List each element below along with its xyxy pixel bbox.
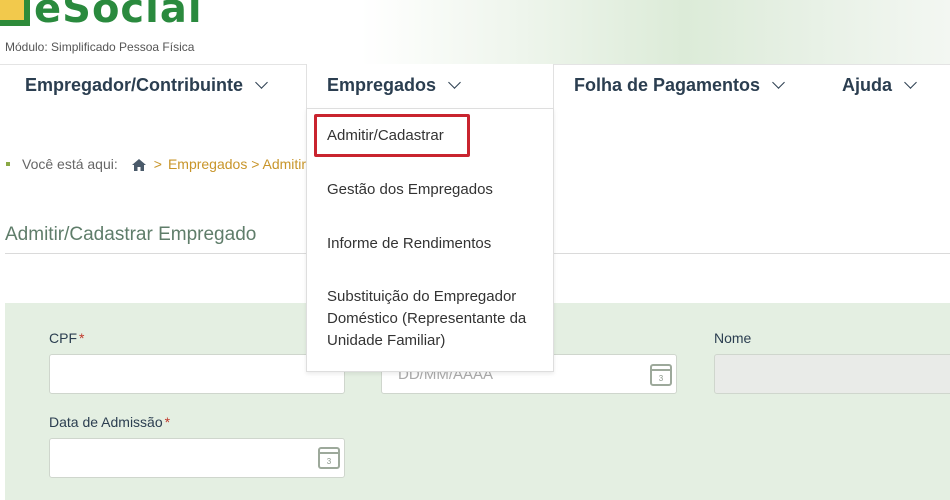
nome-label: Nome (714, 330, 752, 346)
calendar-icon[interactable]: 3 (318, 447, 340, 469)
breadcrumb-prefix: Você está aqui: (22, 156, 118, 172)
chevron-down-icon (255, 76, 268, 89)
breadcrumb: Você está aqui: > Empregados > Admitir/C (6, 156, 320, 172)
nav-item-label: Folha de Pagamentos (574, 75, 761, 95)
header-banner: eSocial Módulo: Simplificado Pessoa Físi… (0, 0, 950, 64)
calendar-icon[interactable]: 3 (650, 364, 672, 386)
breadcrumb-separator: > (153, 156, 162, 172)
module-label: Módulo: Simplificado Pessoa Física (5, 40, 195, 54)
chevron-down-icon (772, 76, 785, 89)
nav-item-label: Empregados (327, 75, 437, 95)
highlight-box (314, 114, 470, 157)
page-title: Admitir/Cadastrar Empregado (5, 224, 257, 245)
chevron-down-icon (904, 76, 917, 89)
cpf-input[interactable] (49, 354, 345, 394)
menu-item-substituicao[interactable]: Substituição do Empregador Doméstico (Re… (327, 286, 542, 352)
nav-item-folha[interactable]: Folha de Pagamentos (574, 75, 785, 96)
menu-item-gestao[interactable]: Gestão dos Empregados (327, 179, 493, 201)
bullet-icon (6, 162, 10, 166)
admissao-input[interactable]: 3 (49, 438, 345, 478)
menu-item-informe[interactable]: Informe de Rendimentos (327, 233, 491, 255)
nav-item-label: Ajuda (842, 75, 893, 95)
esocial-logo-mark (0, 0, 30, 26)
cpf-label: CPF * (49, 330, 85, 346)
nav-item-ajuda[interactable]: Ajuda (842, 75, 917, 96)
nav-item-label: Empregador/Contribuinte (25, 75, 244, 95)
nome-input[interactable] (714, 354, 950, 394)
admissao-label: Data de Admissão * (49, 414, 171, 430)
nav-item-empregados[interactable]: Empregados (327, 75, 461, 96)
breadcrumb-trail[interactable]: Empregados > Admitir/C (168, 156, 320, 172)
home-icon[interactable] (131, 158, 146, 171)
nav-item-empregador[interactable]: Empregador/Contribuinte (25, 75, 268, 96)
esocial-logo-text[interactable]: eSocial (34, 0, 203, 32)
chevron-down-icon (448, 76, 461, 89)
